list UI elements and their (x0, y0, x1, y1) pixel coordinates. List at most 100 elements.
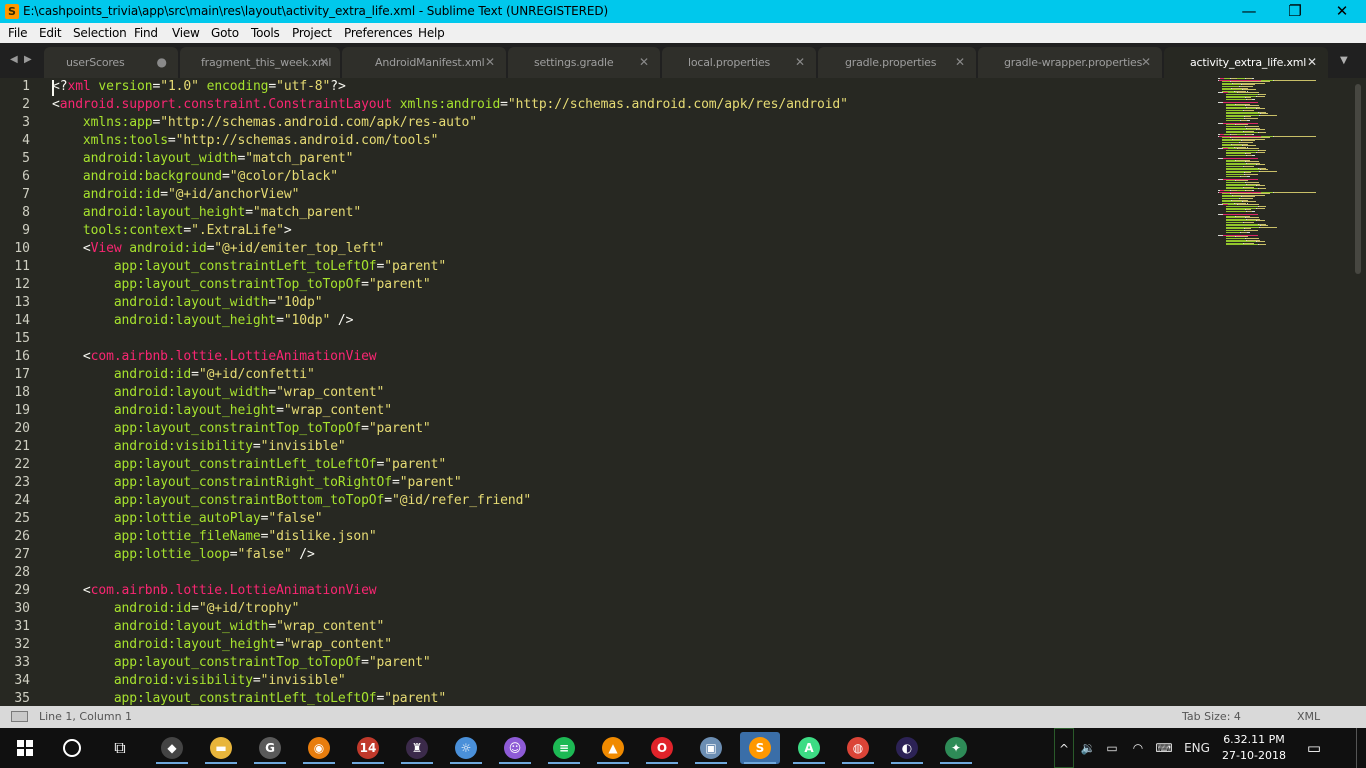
syntax-indicator[interactable]: XML (1297, 710, 1320, 724)
tab-scroll-right-icon[interactable]: ▶ (24, 54, 34, 66)
minimize-button[interactable]: — (1226, 0, 1272, 23)
close-tab-icon[interactable]: ✕ (485, 55, 495, 69)
minimap[interactable] (1218, 78, 1354, 248)
line-number: 8 (22, 205, 30, 220)
close-tab-icon[interactable]: ✕ (795, 55, 805, 69)
close-tab-icon[interactable]: ✕ (1307, 55, 1317, 69)
line-number-gutter: 1 2 3 4 5 6 7 8 9 10 11 12 13 14 15 16 17 18 19 20 21 22 23 24 2… (0, 78, 44, 706)
code-area[interactable]: <?xml version="1.0" encoding="utf-8"?> <a… (52, 78, 1212, 706)
sublime-text-taskbar-button[interactable]: S (740, 732, 780, 764)
menu-file[interactable]: File (8, 25, 27, 41)
close-tab-icon[interactable]: ✕ (319, 55, 329, 69)
eclipse-taskbar-button[interactable]: ◐ (887, 732, 927, 764)
vertical-scrollbar[interactable] (1355, 84, 1361, 274)
code-token: "@+id/trophy" (198, 601, 300, 616)
tab-activity-extra-life[interactable]: activity_extra_life.xml ✕ (1164, 47, 1328, 78)
folder-app-icon: ▣ (700, 737, 722, 759)
code-token: app:layout_constraintLeft_toLeftOf (113, 457, 377, 472)
blender-taskbar-button[interactable]: ◉ (299, 732, 339, 764)
code-token: android.support.constraint.ConstraintLay… (59, 97, 400, 112)
code-line: android:layout_height="10dp" /> (52, 312, 354, 330)
line-number: 13 (14, 295, 30, 310)
menu-project[interactable]: Project (292, 25, 332, 41)
running-indicator (401, 762, 433, 764)
battery-icon[interactable]: ▭ (1102, 728, 1122, 768)
menu-help[interactable]: Help (418, 25, 445, 41)
close-tab-icon[interactable]: ✕ (639, 55, 649, 69)
tab-local-properties[interactable]: local.properties ✕ (662, 47, 816, 78)
minimap-stroke (1256, 151, 1265, 153)
line-number: 15 (14, 331, 30, 346)
weather-globe-taskbar-button[interactable]: ☼ (446, 732, 486, 764)
keyboard-icon[interactable]: ⌨ (1152, 728, 1176, 768)
vlc-taskbar-button[interactable]: ▲ (593, 732, 633, 764)
tab-scroll-left-icon[interactable]: ◀ (10, 54, 20, 66)
line-number: 35 (14, 691, 30, 706)
tab-settings-gradle[interactable]: settings.gradle ✕ (508, 47, 660, 78)
unsaved-dot-icon[interactable]: ● (157, 55, 167, 69)
tab-android-manifest[interactable]: AndroidManifest.xml ✕ (342, 47, 506, 78)
menu-preferences[interactable]: Preferences (344, 25, 413, 41)
close-window-button[interactable]: ✕ (1319, 0, 1365, 23)
android-studio-icon: A (798, 737, 820, 759)
opera-taskbar-button[interactable]: O (642, 732, 682, 764)
unity-taskbar-button[interactable]: ◆ (152, 732, 192, 764)
code-line: app:layout_constraintBottom_toTopOf="@id… (52, 492, 531, 510)
cortana-search-button[interactable] (48, 728, 96, 768)
chrome-taskbar-button[interactable]: ◍ (838, 732, 878, 764)
minimap-stroke (1256, 129, 1265, 131)
maximize-button[interactable]: ❐ (1272, 0, 1318, 23)
menu-find[interactable]: Find (134, 25, 158, 41)
close-tab-icon[interactable]: ✕ (1141, 55, 1151, 69)
code-token: android:layout_height (113, 313, 277, 328)
panel-toggle-icon[interactable] (11, 711, 28, 722)
tab-list-chevron-icon[interactable]: ▼ (1340, 56, 1354, 66)
code-token: "10dp" (283, 313, 331, 328)
start-button[interactable] (0, 728, 48, 768)
menu-bar: File Edit Selection Find View Goto Tools… (0, 23, 1366, 43)
tab-size-indicator[interactable]: Tab Size: 4 (1182, 710, 1241, 724)
menu-tools[interactable]: Tools (251, 25, 280, 41)
show-hidden-icons-chevron[interactable]: ^ (1054, 728, 1074, 768)
line-number: 5 (22, 151, 30, 166)
minimap-stroke (1258, 188, 1267, 190)
photos-badge-taskbar-button[interactable]: 14 (348, 732, 388, 764)
file-explorer-taskbar-button[interactable]: ▬ (201, 732, 241, 764)
tab-fragment-this-week[interactable]: fragment_this_week.xml ✕ (180, 47, 340, 78)
code-token: "http://schemas.android.com/apk/res-auto… (160, 115, 477, 130)
input-language[interactable]: ENG (1182, 728, 1212, 768)
game-character-taskbar-button[interactable]: ♜ (397, 732, 437, 764)
tab-label: local.properties (688, 56, 771, 69)
windows-logo-icon (17, 740, 33, 756)
github-desktop-taskbar-button[interactable]: G (250, 732, 290, 764)
minimap-stroke (1225, 175, 1240, 177)
code-editor[interactable]: 1 2 3 4 5 6 7 8 9 10 11 12 13 14 15 16 17 18 19 20 21 22 23 24 2… (0, 78, 1366, 706)
folder-app-taskbar-button[interactable]: ▣ (691, 732, 731, 764)
show-desktop-button[interactable] (1356, 728, 1366, 768)
tab-userscores[interactable]: userScores ● (44, 47, 178, 78)
menu-edit[interactable]: Edit (39, 25, 62, 41)
minimap-stroke (1258, 244, 1267, 246)
clock-time[interactable]: 6.32.11 PM (1214, 732, 1294, 747)
code-token: "parent" (384, 259, 447, 274)
code-line: android:layout_width="wrap_content" (52, 618, 385, 636)
tab-gradle-properties[interactable]: gradle.properties ✕ (818, 47, 976, 78)
opera-icon: O (651, 737, 673, 759)
menu-goto[interactable]: Goto (211, 25, 239, 41)
task-view-button[interactable]: ⧉ (96, 728, 144, 768)
spotify-taskbar-button[interactable]: ≡ (544, 732, 584, 764)
menu-view[interactable]: View (172, 25, 200, 41)
volume-icon[interactable]: 🔉 (1078, 728, 1098, 768)
notifications-icon[interactable]: ▭ (1300, 728, 1328, 768)
menu-selection[interactable]: Selection (73, 25, 127, 41)
network-globe-icon: ✦ (945, 737, 967, 759)
clock-date[interactable]: 27-10-2018 (1214, 748, 1294, 763)
cat-app-taskbar-button[interactable]: ☺ (495, 732, 535, 764)
close-tab-icon[interactable]: ✕ (955, 55, 965, 69)
network-globe-taskbar-button[interactable]: ✦ (936, 732, 976, 764)
tab-gradle-wrapper-properties[interactable]: gradle-wrapper.properties ✕ (978, 47, 1162, 78)
wifi-icon[interactable]: ◠ (1128, 728, 1148, 768)
android-studio-taskbar-button[interactable]: A (789, 732, 829, 764)
